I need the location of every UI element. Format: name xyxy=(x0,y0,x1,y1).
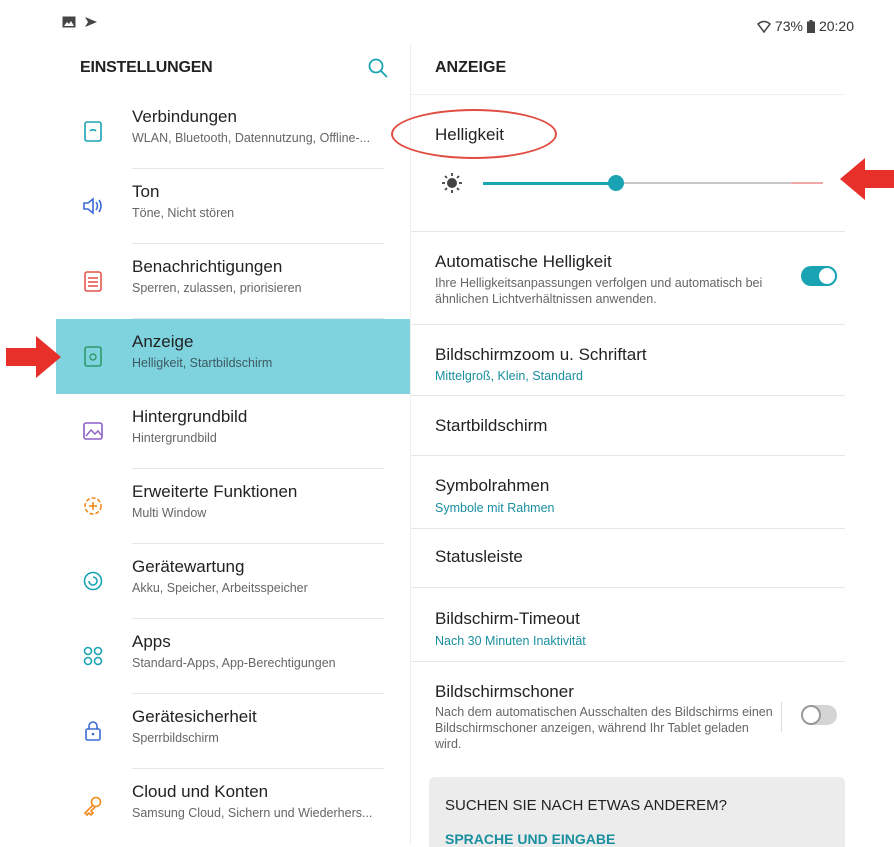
menu-item-title: Ton xyxy=(132,182,160,201)
menu-item-title: Verbindungen xyxy=(132,107,237,126)
menu-item-verbindungen[interactable]: Verbindungen WLAN, Bluetooth, Datennutzun… xyxy=(56,94,410,169)
annotation-arrow-left xyxy=(6,336,61,378)
status-bar: 73% 20:20 xyxy=(0,0,894,44)
row-screen-timeout[interactable]: Bildschirm-Timeout Nach 30 Minuten Inakt… xyxy=(411,588,845,662)
menu-item-title: Gerätewartung xyxy=(132,557,245,576)
battery-percent: 73% xyxy=(774,18,803,34)
menu-item-geraetesicherheit[interactable]: Gerätesicherheit Sperrbildschirm xyxy=(56,694,410,769)
divider xyxy=(781,702,782,732)
display-settings-panel: ANZEIGE Helligkeit Automatische Helligke… xyxy=(391,44,845,847)
menu-item-subtitle: Helligkeit, Startbildschirm xyxy=(132,356,273,370)
wallpaper-icon xyxy=(83,422,103,440)
icon-frames-value: Symbole mit Rahmen xyxy=(435,501,555,515)
menu-item-subtitle: WLAN, Bluetooth, Datennutzung, Offline-.… xyxy=(132,131,371,145)
auto-brightness-description: Ihre Helligkeitsanpassungen verfolgen un… xyxy=(435,276,763,306)
device-maintenance-icon xyxy=(83,571,103,591)
menu-item-title: Hintergrundbild xyxy=(132,407,248,426)
menu-item-benachrichtigungen[interactable]: Benachrichtigungen Sperren, zulassen, pri… xyxy=(56,244,410,319)
menu-item-erweiterte-funktionen[interactable]: Erweiterte Funktionen Multi Window xyxy=(56,469,410,544)
menu-item-anzeige[interactable]: Anzeige Helligkeit, Startbildschirm xyxy=(56,319,410,394)
screensaver-description: Nach dem automatischen Ausschalten des B… xyxy=(435,705,773,751)
home-screen-title: Startbildschirm xyxy=(435,416,548,435)
row-statusbar[interactable]: Statusleiste xyxy=(411,529,845,588)
menu-item-subtitle: Hintergrundbild xyxy=(132,431,217,445)
clock: 20:20 xyxy=(818,18,854,34)
statusbar-title: Statusleiste xyxy=(435,547,523,566)
slider-fill xyxy=(483,182,616,185)
connections-icon xyxy=(84,121,102,142)
menu-item-subtitle: Multi Window xyxy=(132,506,207,520)
display-title: ANZEIGE xyxy=(435,59,507,76)
row-icon-frames[interactable]: Symbolrahmen Symbole mit Rahmen xyxy=(411,456,845,529)
screen-zoom-value: Mittelgroß, Klein, Standard xyxy=(435,369,583,383)
wifi-icon xyxy=(756,20,771,33)
row-auto-brightness[interactable]: Automatische Helligkeit Ihre Helligkeits… xyxy=(411,232,845,325)
menu-item-subtitle: Sperrbildschirm xyxy=(132,731,219,745)
menu-item-title: Cloud und Konten xyxy=(132,782,269,801)
brightness-sun-icon xyxy=(442,173,462,193)
annotation-arrow-right xyxy=(840,158,894,200)
auto-brightness-toggle[interactable] xyxy=(801,266,837,286)
toggle-knob xyxy=(817,266,837,286)
key-icon xyxy=(83,796,102,817)
screen-zoom-title: Bildschirmzoom u. Schriftart xyxy=(435,345,647,364)
settings-list-panel: EINSTELLUNGEN Verbindungen WLAN, Bluetoot… xyxy=(56,44,410,845)
menu-item-title: Apps xyxy=(132,632,171,651)
toggle-knob xyxy=(801,705,821,725)
screensaver-title: Bildschirmschoner xyxy=(435,682,574,701)
suggestion-title: SUCHEN SIE NACH ETWAS ANDEREM? xyxy=(445,797,727,814)
gallery-icon xyxy=(62,16,76,28)
annotation-circle xyxy=(391,109,557,159)
status-notifications xyxy=(62,16,98,28)
search-icon[interactable] xyxy=(366,56,390,80)
suggestion-card: SUCHEN SIE NACH ETWAS ANDEREM? SPRACHE U… xyxy=(429,777,845,847)
menu-item-apps[interactable]: Apps Standard-Apps, App-Berechtigungen xyxy=(56,619,410,694)
menu-item-subtitle: Töne, Nicht stören xyxy=(132,206,235,220)
apps-icon xyxy=(83,646,103,666)
row-screen-zoom[interactable]: Bildschirmzoom u. Schriftart Mittelgroß,… xyxy=(411,325,845,396)
menu-item-title: Gerätesicherheit xyxy=(132,707,257,726)
annotation-track-mark xyxy=(791,182,823,184)
lock-icon xyxy=(85,721,101,741)
slider-thumb[interactable] xyxy=(607,175,624,191)
flag-icon xyxy=(85,17,97,27)
speaker-icon xyxy=(83,197,102,215)
display-header: ANZEIGE xyxy=(411,44,845,95)
menu-item-subtitle: Akku, Speicher, Arbeitsspeicher xyxy=(132,581,308,595)
display-icon xyxy=(84,346,102,367)
advanced-features-icon xyxy=(84,497,102,515)
icon-frames-title: Symbolrahmen xyxy=(435,476,550,495)
row-screensaver[interactable]: Bildschirmschoner Nach dem automatischen… xyxy=(411,662,845,770)
menu-item-subtitle: Standard-Apps, App-Berechtigungen xyxy=(132,656,336,670)
menu-item-geraetewartung[interactable]: Gerätewartung Akku, Speicher, Arbeitsspei… xyxy=(56,544,410,619)
brightness-section: Helligkeit xyxy=(391,95,845,232)
settings-title: EINSTELLUNGEN xyxy=(80,59,213,76)
menu-item-hintergrundbild[interactable]: Hintergrundbild Hintergrundbild xyxy=(56,394,410,469)
menu-item-title: Benachrichtigungen xyxy=(132,257,283,276)
battery-icon xyxy=(806,19,815,33)
status-indicators: 73% 20:20 xyxy=(756,18,854,34)
screen-timeout-title: Bildschirm-Timeout xyxy=(435,609,580,628)
screen-timeout-value: Nach 30 Minuten Inaktivität xyxy=(435,634,586,648)
menu-item-ton[interactable]: Ton Töne, Nicht stören xyxy=(56,169,410,244)
row-home-screen[interactable]: Startbildschirm xyxy=(411,396,845,456)
menu-item-title: Erweiterte Funktionen xyxy=(132,482,298,501)
menu-item-cloud-und-konten[interactable]: Cloud und Konten Samsung Cloud, Sichern u… xyxy=(56,769,410,844)
settings-header: EINSTELLUNGEN xyxy=(56,44,410,94)
screensaver-toggle[interactable] xyxy=(801,705,837,725)
auto-brightness-title: Automatische Helligkeit xyxy=(435,252,612,271)
brightness-slider[interactable] xyxy=(483,175,823,191)
menu-item-title: Anzeige xyxy=(132,332,194,351)
notifications-icon xyxy=(84,271,102,292)
menu-item-subtitle: Sperren, zulassen, priorisieren xyxy=(132,281,302,295)
menu-item-subtitle: Samsung Cloud, Sichern und Wiederhers... xyxy=(132,806,373,820)
